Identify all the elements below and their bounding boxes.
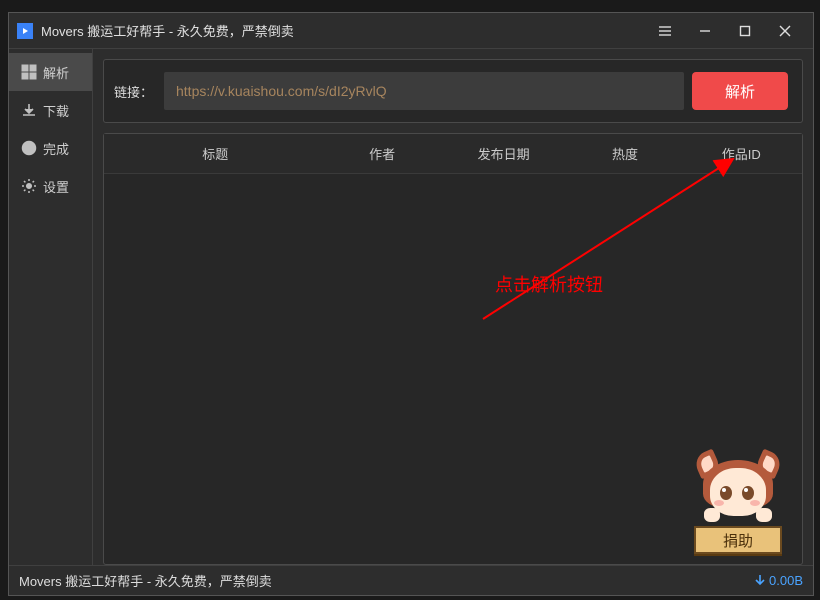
result-table: 标题 作者 发布日期 热度 作品ID 捐助 [103, 133, 803, 565]
maximize-button[interactable] [725, 17, 765, 45]
speed-value: 0.00B [769, 573, 803, 588]
parse-button[interactable]: 解析 [692, 72, 788, 110]
url-label: 链接： [114, 82, 156, 101]
titlebar: Movers 搬运工好帮手 - 永久免费，严禁倒卖 [9, 13, 813, 49]
speed-indicator: 0.00B [755, 573, 803, 588]
donate-button[interactable]: 捐助 [694, 526, 782, 554]
col-author: 作者 [327, 144, 438, 163]
url-row: 链接： 解析 [103, 59, 803, 123]
app-window: Movers 搬运工好帮手 - 永久免费，严禁倒卖 解析 [8, 12, 814, 596]
hamburger-icon [658, 24, 672, 38]
col-date: 发布日期 [438, 144, 570, 163]
sidebar-item-label: 设置 [43, 177, 69, 196]
mascot: 捐助 [688, 456, 788, 554]
statusbar: Movers 搬运工好帮手 - 永久免费，严禁倒卖 0.00B [9, 565, 813, 595]
main-panel: 链接： 解析 标题 作者 发布日期 热度 作品ID [93, 49, 813, 565]
maximize-icon [738, 24, 752, 38]
sidebar-item-label: 下载 [43, 101, 69, 120]
download-icon [21, 102, 37, 118]
sidebar-item-label: 完成 [43, 139, 69, 158]
sidebar-item-label: 解析 [43, 63, 69, 82]
col-heat: 热度 [569, 144, 680, 163]
sidebar-item-done[interactable]: 完成 [9, 129, 92, 167]
sidebar-item-settings[interactable]: 设置 [9, 167, 92, 205]
check-circle-icon [21, 140, 37, 156]
grid-icon [21, 64, 37, 80]
col-title: 标题 [104, 144, 327, 163]
chibi-avatar [698, 456, 778, 524]
sidebar-item-download[interactable]: 下载 [9, 91, 92, 129]
app-title: Movers 搬运工好帮手 - 永久免费，严禁倒卖 [41, 21, 645, 40]
minimize-icon [698, 24, 712, 38]
gear-icon [21, 178, 37, 194]
down-arrow-icon [755, 575, 765, 587]
status-text: Movers 搬运工好帮手 - 永久免费，严禁倒卖 [19, 571, 755, 590]
close-icon [778, 24, 792, 38]
sidebar: 解析 下载 完成 设置 [9, 49, 93, 565]
window-controls [645, 17, 805, 45]
app-icon [17, 23, 33, 39]
body: 解析 下载 完成 设置 链接 [9, 49, 813, 565]
close-button[interactable] [765, 17, 805, 45]
menu-button[interactable] [645, 17, 685, 45]
url-input[interactable] [164, 72, 684, 110]
table-header-row: 标题 作者 发布日期 热度 作品ID [104, 134, 802, 174]
minimize-button[interactable] [685, 17, 725, 45]
sidebar-item-parse[interactable]: 解析 [9, 53, 92, 91]
col-workid: 作品ID [681, 144, 802, 163]
